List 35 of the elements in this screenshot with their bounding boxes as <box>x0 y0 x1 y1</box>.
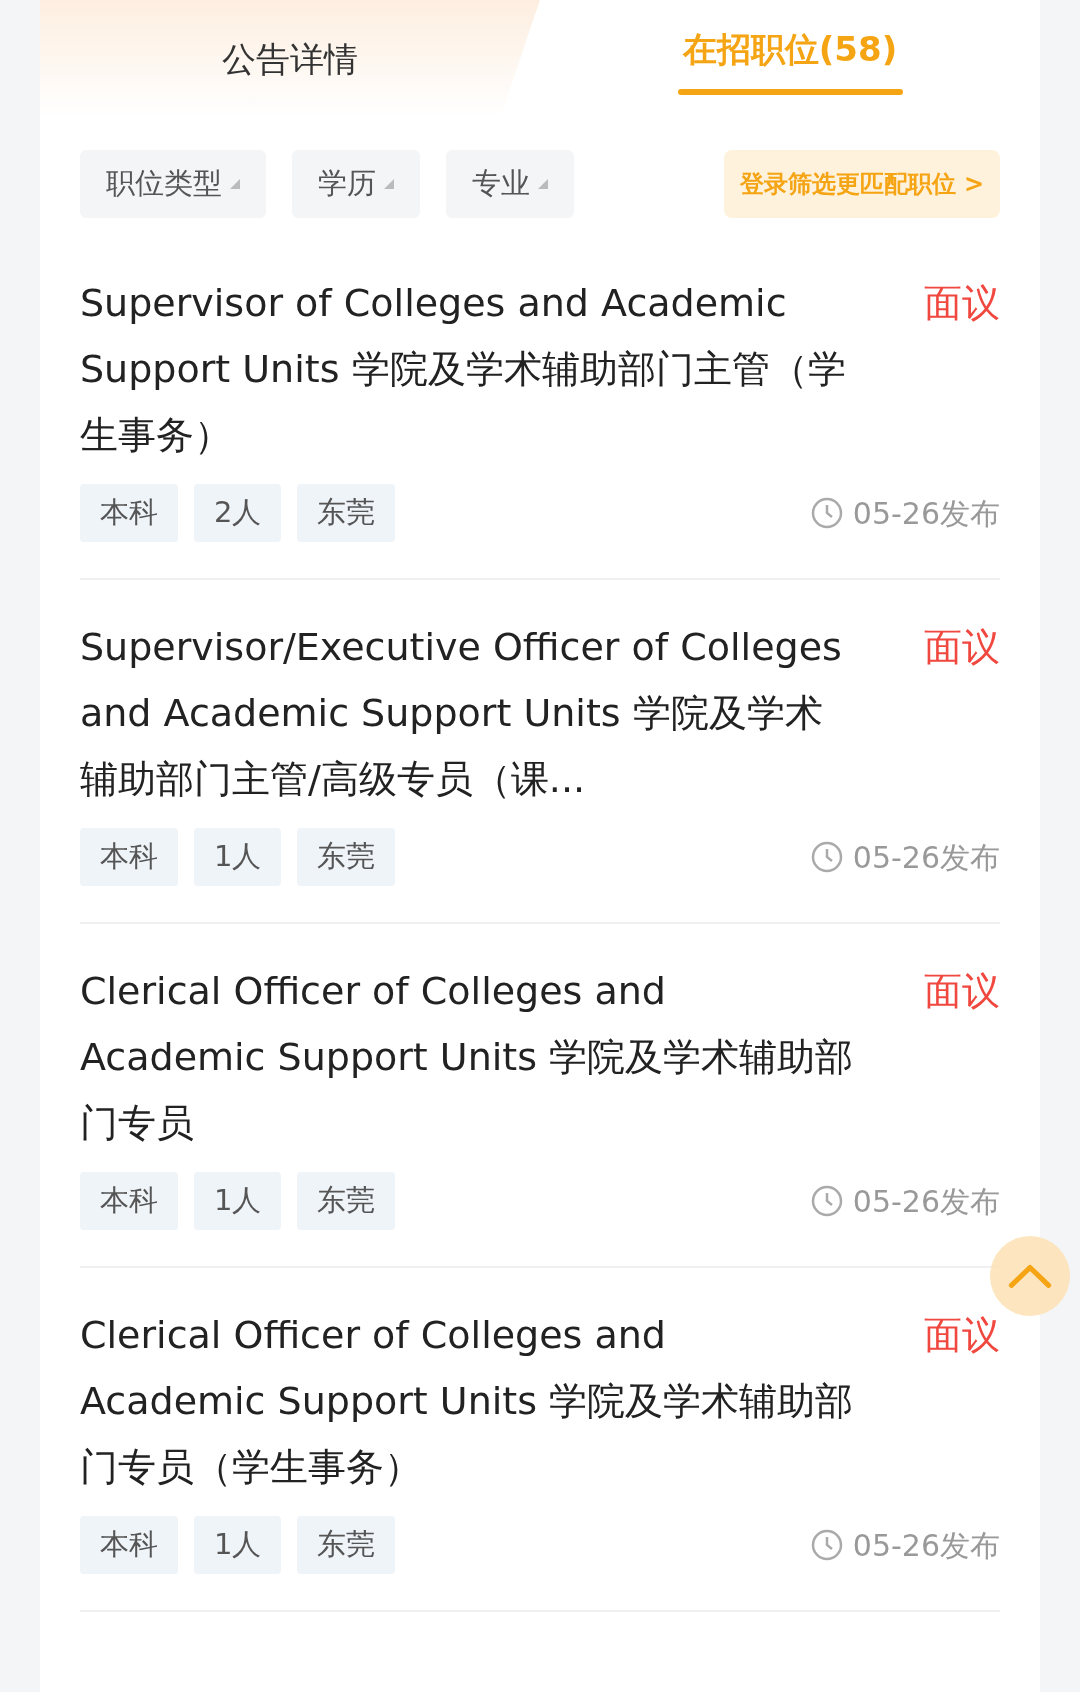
publish-time: 05-26发布 <box>852 1526 1000 1565</box>
job-title[interactable]: Clerical Officer of Colleges and Academic Support Units 学院及学术辅助部门专员（学生事务） <box>80 1302 860 1500</box>
salary: 面议 <box>924 624 1000 671</box>
tag: 东莞 <box>297 1172 396 1230</box>
caret-icon <box>230 179 240 189</box>
filter-dropdown[interactable]: 专业 <box>446 150 574 218</box>
salary: 面议 <box>924 968 1000 1015</box>
job-title[interactable]: Clerical Officer of Colleges and Academic Support Units 学院及学术辅助部门专员 <box>80 958 860 1156</box>
tag: 1人 <box>194 1516 282 1574</box>
tag: 本科 <box>80 484 178 542</box>
caret-icon <box>538 179 548 189</box>
tag: 1人 <box>194 828 282 886</box>
tag: 本科 <box>80 1172 178 1230</box>
salary: 面议 <box>924 1312 1000 1359</box>
tag: 本科 <box>80 828 178 886</box>
salary: 面议 <box>924 280 1000 327</box>
clock-icon <box>810 497 843 529</box>
publish-time: 05-26发布 <box>852 494 1000 533</box>
clock-icon <box>810 841 843 873</box>
tag: 2人 <box>194 484 282 542</box>
caret-icon <box>384 179 394 189</box>
job-title[interactable]: Supervisor of Colleges and Academic Support Units 学院及学术辅助部门主管（学生事务） <box>80 270 860 468</box>
tag: 东莞 <box>297 828 396 886</box>
clock-icon <box>810 1529 843 1561</box>
tag: 本科 <box>80 1516 178 1574</box>
publish-time: 05-26发布 <box>852 838 1000 877</box>
publish-time: 05-26发布 <box>852 1182 1000 1221</box>
filter-dropdown[interactable]: 学历 <box>292 150 420 218</box>
chevron-up-icon <box>1008 1263 1052 1289</box>
tag: 东莞 <box>297 1516 396 1574</box>
filter-dropdown[interactable]: 职位类型 <box>80 150 266 218</box>
tag: 1人 <box>194 1172 282 1230</box>
clock-icon <box>810 1185 843 1217</box>
tag: 东莞 <box>297 484 396 542</box>
job-title[interactable]: Supervisor/Executive Officer of Colleges and Academic Support Units 学院及学术辅助部门主管/高级专员（课... <box>80 614 860 812</box>
